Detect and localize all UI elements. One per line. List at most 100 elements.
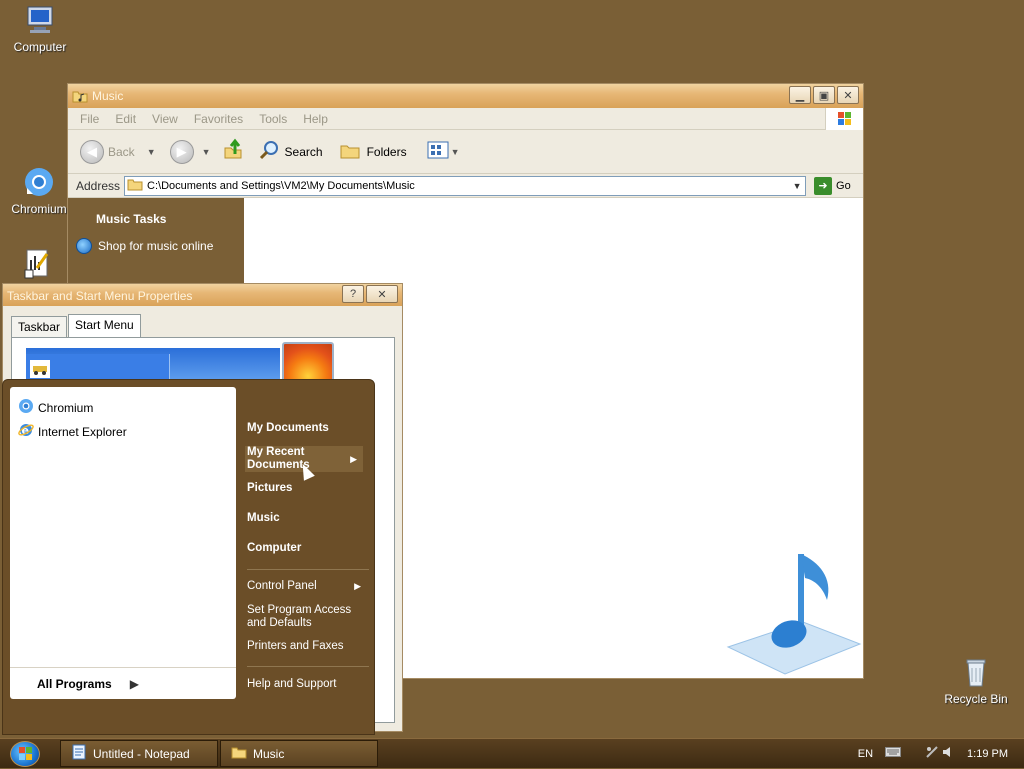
chromium-icon: [18, 398, 34, 417]
search-label: Search: [284, 144, 323, 159]
language-indicator[interactable]: EN: [858, 748, 873, 760]
music-note-watermark-icon: [723, 552, 863, 681]
back-arrow-icon: ◀: [80, 139, 104, 164]
desktop-icon-shortcut[interactable]: [0, 248, 77, 284]
folders-button[interactable]: Folders: [339, 138, 407, 165]
chevron-down-icon: ▼: [201, 146, 211, 157]
network-icon[interactable]: [925, 745, 939, 762]
folder-music-icon: [72, 88, 88, 107]
close-icon: ✕: [843, 89, 853, 102]
menu-file[interactable]: File: [80, 112, 99, 126]
pinned-item-internet-explorer[interactable]: e Internet Explorer: [18, 422, 127, 441]
close-button[interactable]: ✕: [837, 86, 859, 104]
start-menu: Chromium e Internet Explorer All Program…: [2, 379, 375, 735]
desktop-icon-recycle-bin[interactable]: Recycle Bin: [936, 656, 1016, 706]
start-item-music[interactable]: Music: [247, 512, 280, 525]
menu-bar: File Edit View Favorites Tools Help: [68, 108, 863, 130]
folder-music-icon: [127, 176, 143, 195]
computer-icon: [24, 4, 56, 36]
folders-label: Folders: [366, 144, 407, 159]
help-icon: ?: [349, 288, 357, 300]
start-item-help-support[interactable]: Help and Support: [247, 678, 337, 691]
start-button[interactable]: [10, 741, 40, 767]
back-button[interactable]: ◀ Back ▼: [80, 139, 156, 164]
recycle-bin-icon: [960, 656, 992, 688]
arrow-right-icon: ▶: [129, 676, 139, 691]
go-arrow-icon: ➜: [814, 176, 833, 195]
notepad-icon: [71, 744, 87, 763]
menu-view[interactable]: View: [152, 112, 178, 126]
chromium-icon: [23, 166, 55, 198]
preview-app-icon: [30, 360, 50, 381]
all-programs-label: All Programs: [37, 676, 112, 691]
start-item-computer[interactable]: Computer: [247, 542, 301, 555]
taskbar: Untitled - Notepad Music EN 1:19 PM: [0, 738, 1024, 768]
start-menu-pinned-list: Chromium e Internet Explorer: [10, 387, 236, 699]
clock[interactable]: 1:19 PM: [967, 748, 1008, 760]
taskbar-button-notepad[interactable]: Untitled - Notepad: [60, 740, 218, 767]
chart-document-icon: [21, 248, 53, 280]
tab-start-menu[interactable]: Start Menu: [68, 314, 141, 338]
back-label: Back: [108, 144, 135, 159]
maximize-icon: ▣: [818, 89, 830, 102]
internet-explorer-icon: e: [18, 422, 34, 441]
pinned-item-chromium[interactable]: Chromium: [18, 398, 93, 417]
keyboard-icon[interactable]: [885, 746, 902, 761]
views-button[interactable]: ▼: [427, 139, 460, 164]
forward-button[interactable]: ▶ ▼: [169, 139, 211, 164]
windows-logo-icon: [19, 747, 32, 760]
submenu-arrow-icon: ▶: [354, 581, 361, 591]
start-item-set-program-access[interactable]: Set Program Access and Defaults: [247, 604, 357, 630]
menu-favorites[interactable]: Favorites: [194, 112, 243, 126]
help-button[interactable]: ?: [342, 285, 364, 303]
address-path: C:\Documents and Settings\VM2\My Documen…: [147, 179, 415, 192]
pinned-label: Internet Explorer: [38, 424, 127, 439]
windows-logo-icon: [825, 108, 863, 130]
menu-edit[interactable]: Edit: [115, 112, 136, 126]
shop-music-link[interactable]: Shop for music online: [76, 238, 213, 254]
volume-icon[interactable]: [941, 745, 955, 762]
title-bar[interactable]: Music ▁ ▣ ✕: [68, 84, 863, 108]
start-menu-separator: [247, 666, 369, 667]
taskbar-button-music[interactable]: Music: [220, 740, 378, 767]
control-panel-label: Control Panel: [247, 580, 317, 592]
dialog-title: Taskbar and Start Menu Properties: [7, 289, 193, 303]
start-item-control-panel[interactable]: Control Panel ▶: [247, 580, 367, 593]
address-dropdown-icon[interactable]: ▼: [789, 177, 805, 195]
chevron-down-icon: ▼: [450, 146, 460, 157]
all-programs-button[interactable]: All Programs ▶: [10, 667, 236, 699]
go-label: Go: [836, 179, 851, 192]
go-button[interactable]: ➜ Go: [814, 176, 851, 195]
shop-music-label: Shop for music online: [98, 239, 214, 253]
desktop-icon-computer[interactable]: Computer: [0, 4, 80, 54]
tray-icons: [925, 745, 955, 762]
folders-icon: [339, 138, 363, 165]
start-menu-separator: [247, 569, 369, 570]
dialog-title-bar[interactable]: Taskbar and Start Menu Properties ? ✕: [3, 284, 402, 306]
minimize-button[interactable]: ▁: [789, 86, 811, 104]
minimize-icon: ▁: [795, 89, 805, 102]
start-item-my-documents[interactable]: My Documents: [247, 422, 329, 435]
address-input[interactable]: C:\Documents and Settings\VM2\My Documen…: [124, 175, 807, 196]
forward-arrow-icon: ▶: [169, 139, 194, 164]
menu-tools[interactable]: Tools: [259, 112, 287, 126]
up-folder-button[interactable]: [221, 138, 245, 165]
start-item-printers-faxes[interactable]: Printers and Faxes: [247, 640, 344, 653]
globe-icon: [76, 238, 92, 254]
address-label: Address: [76, 178, 121, 193]
system-tray: EN 1:19 PM: [858, 739, 1024, 768]
address-bar: Address C:\Documents and Settings\VM2\My…: [68, 174, 863, 198]
search-button[interactable]: Search: [257, 138, 323, 165]
my-recent-documents-label: My Recent Documents: [247, 446, 310, 471]
start-item-pictures[interactable]: Pictures: [247, 482, 292, 495]
menu-help[interactable]: Help: [303, 112, 328, 126]
chevron-down-icon: ▼: [146, 146, 156, 157]
toolbar: ◀ Back ▼ ▶ ▼ Search Folders ▼: [68, 130, 863, 174]
maximize-button[interactable]: ▣: [813, 86, 835, 104]
search-icon: [257, 138, 281, 165]
desktop-icon-label: Computer: [13, 40, 67, 54]
dialog-close-button[interactable]: ✕: [366, 285, 398, 303]
taskbar-button-label: Music: [253, 746, 285, 761]
submenu-arrow-icon: ▶: [350, 454, 357, 464]
window-title: Music: [92, 89, 124, 103]
